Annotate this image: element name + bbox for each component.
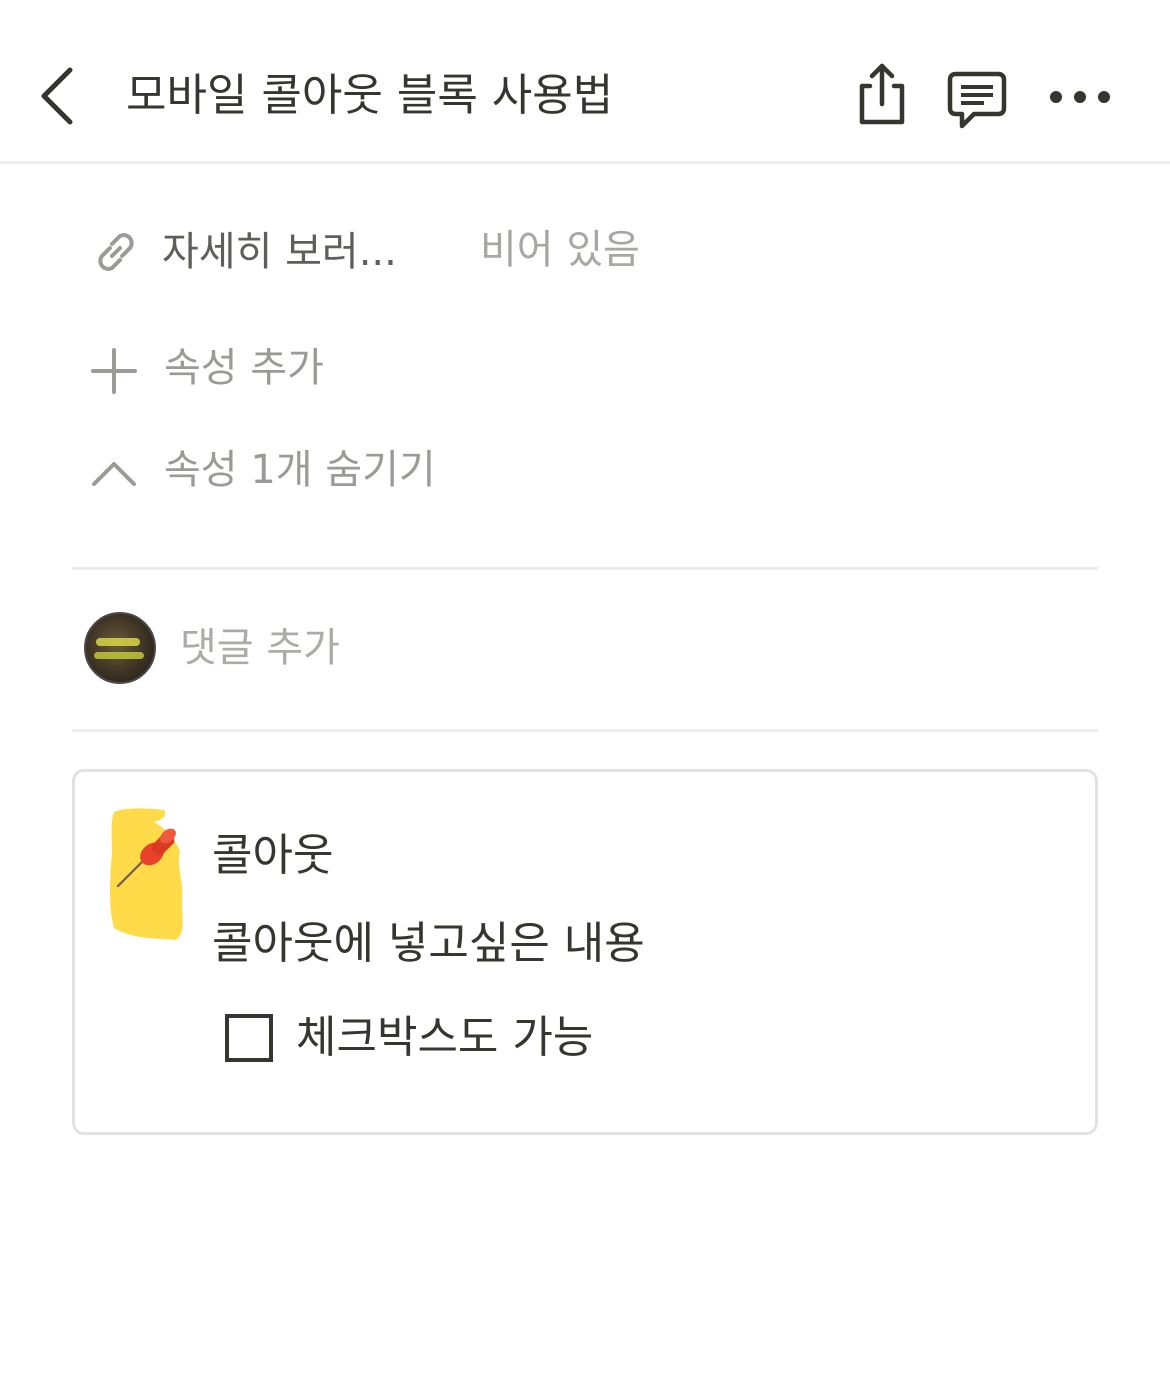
share-button[interactable] [852, 60, 912, 130]
comment-icon [947, 71, 1007, 129]
add-comment-input[interactable]: 댓글 추가 [180, 620, 1060, 676]
callout-title[interactable]: 콜아웃 [212, 826, 333, 886]
add-property-label: 속성 추가 [164, 345, 324, 391]
plus-icon [88, 342, 144, 398]
todo-label[interactable]: 체크박스도 가능 [296, 1008, 593, 1068]
property-name: 자세히 보러... [162, 229, 397, 275]
back-button[interactable] [30, 58, 90, 134]
page-title: 모바일 콜아웃 블록 사용법 [126, 70, 614, 121]
add-property-button[interactable]: 속성 추가 [0, 340, 600, 400]
pushpin-icon[interactable] [106, 806, 186, 942]
divider [72, 567, 1098, 570]
chevron-left-icon [41, 67, 73, 125]
todo-checkbox[interactable] [225, 1014, 273, 1062]
property-value-empty[interactable]: 비어 있음 [480, 222, 640, 278]
property-row[interactable]: 자세히 보러... 비어 있음 [0, 222, 1170, 282]
share-icon [859, 63, 905, 125]
more-horizontal-icon [1050, 91, 1110, 103]
divider [72, 729, 1098, 732]
callout-body[interactable]: 콜아웃에 넣고싶은 내용 [212, 914, 645, 974]
comment-button[interactable] [944, 68, 1010, 132]
hide-properties-button[interactable]: 속성 1개 숨기기 [0, 440, 600, 500]
more-button[interactable] [1046, 82, 1114, 112]
chevron-up-icon [88, 444, 144, 500]
link-icon [88, 224, 144, 280]
top-bar: 모바일 콜아웃 블록 사용법 [0, 0, 1170, 164]
hide-properties-label: 속성 1개 숨기기 [164, 447, 436, 493]
user-avatar [84, 612, 156, 684]
